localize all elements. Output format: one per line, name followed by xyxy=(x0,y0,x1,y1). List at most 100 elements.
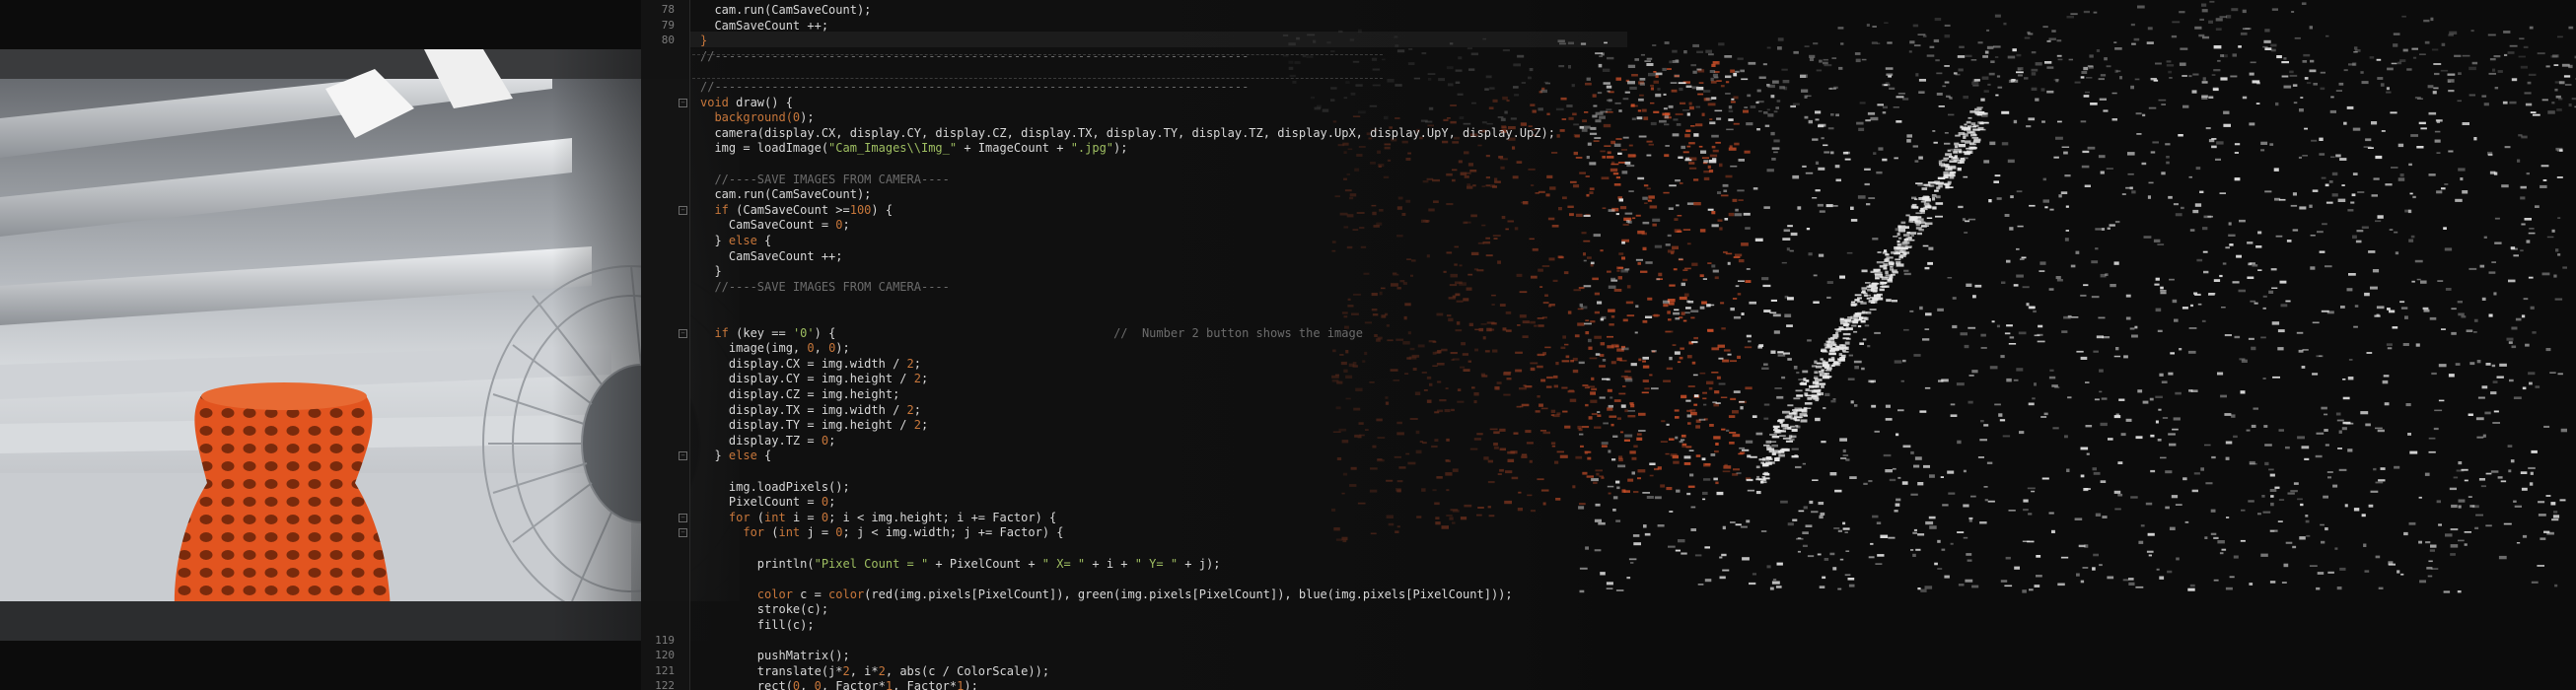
cloud-point xyxy=(1951,171,1956,174)
cloud-point xyxy=(1756,101,1764,104)
code-line[interactable]: fill(c); xyxy=(700,617,815,633)
fold-toggle-icon[interactable]: − xyxy=(679,528,687,538)
cloud-point xyxy=(1664,41,1670,44)
code-line[interactable]: background(0); xyxy=(700,109,814,125)
code-line[interactable]: println("Pixel Count = " + PixelCount + … xyxy=(700,556,1221,572)
cloud-point xyxy=(2522,534,2528,538)
code-line[interactable]: for (int j = 0; j < img.width; j += Fact… xyxy=(700,524,1063,540)
code-line[interactable]: display.TY = img.height / 2; xyxy=(700,417,928,433)
code-line[interactable]: //--------------------------------------… xyxy=(700,79,1249,95)
cloud-point xyxy=(2085,425,2093,428)
code-line[interactable]: if (key == '0') { // Number 2 button sho… xyxy=(700,325,1363,341)
cloud-point xyxy=(1695,123,1703,127)
cloud-point xyxy=(1771,444,1778,448)
cloud-point xyxy=(1894,157,1898,160)
separator-line xyxy=(692,78,1383,80)
cloud-point xyxy=(2080,76,2085,79)
code-line[interactable]: } else { xyxy=(700,233,771,248)
cloud-point xyxy=(1913,354,1921,357)
code-line[interactable]: if (CamSaveCount >=100) { xyxy=(700,202,893,218)
code-line[interactable]: CamSaveCount ++; xyxy=(700,248,843,264)
cloud-point xyxy=(1980,98,1985,102)
code-line[interactable]: img.loadPixels(); xyxy=(700,479,850,495)
cloud-point xyxy=(1631,74,1638,77)
code-editor[interactable]: 78 cam.run(CamSaveCount); 79 CamSaveCount… xyxy=(641,0,1627,690)
cloud-point xyxy=(1895,258,1901,261)
code-line[interactable]: display.CY = img.height / 2; xyxy=(700,371,928,386)
cloud-point xyxy=(1915,548,1921,551)
cloud-point xyxy=(2007,55,2016,59)
code-line[interactable]: //----SAVE IMAGES FROM CAMERA---- xyxy=(700,279,949,295)
cloud-point xyxy=(1791,448,1799,450)
code-line[interactable]: cam.run(CamSaveCount); xyxy=(700,186,871,202)
cloud-point xyxy=(1635,305,1639,309)
code-line[interactable]: translate(j*2, i*2, abs(c / ColorScale))… xyxy=(700,663,1049,679)
code-line[interactable]: img = loadImage("Cam_Images\\Img_" + Ima… xyxy=(700,140,1127,156)
cloud-point xyxy=(1654,467,1659,471)
code-line[interactable]: for (int i = 0; i < img.height; i += Fac… xyxy=(700,510,1056,525)
code-line[interactable]: //----SAVE IMAGES FROM CAMERA---- xyxy=(700,172,949,187)
code-line[interactable]: PixelCount = 0; xyxy=(700,494,835,510)
code-line[interactable]: CamSaveCount = 0; xyxy=(700,217,850,233)
cloud-point xyxy=(1690,125,1695,127)
cloud-point xyxy=(1728,105,1733,109)
code-line[interactable]: image(img, 0, 0); xyxy=(700,340,850,356)
cloud-point xyxy=(2217,59,2221,62)
cloud-point xyxy=(1892,467,1896,470)
cloud-point xyxy=(1876,261,1885,264)
cloud-point xyxy=(1766,108,1770,111)
code-line[interactable]: display.CZ = img.height; xyxy=(700,386,899,402)
cloud-point xyxy=(1805,172,1814,174)
cloud-point xyxy=(1983,486,1988,488)
fold-toggle-icon[interactable]: − xyxy=(679,328,687,338)
fold-toggle-icon[interactable]: − xyxy=(679,98,687,107)
code-line[interactable]: camera(display.CX, display.CY, display.C… xyxy=(700,125,1555,141)
cloud-point xyxy=(1682,269,1688,271)
cloud-point xyxy=(1702,491,1708,495)
cloud-point xyxy=(2330,156,2335,159)
cloud-point xyxy=(2509,379,2514,382)
code-line[interactable]: } xyxy=(700,263,721,279)
cloud-point xyxy=(2507,51,2515,54)
cloud-point xyxy=(1792,409,1798,411)
cloud-point xyxy=(2081,165,2090,169)
code-line[interactable]: stroke(c); xyxy=(700,601,828,617)
cloud-point xyxy=(1936,186,1941,190)
cloud-point xyxy=(1982,55,1988,58)
cloud-point xyxy=(1694,394,1699,397)
cloud-point xyxy=(1783,86,1788,91)
cloud-point xyxy=(1764,124,1770,127)
cloud-point xyxy=(1912,24,1919,28)
cloud-point xyxy=(1912,531,1917,534)
code-line[interactable]: display.CX = img.width / 2; xyxy=(700,356,921,372)
code-line[interactable]: cam.run(CamSaveCount); xyxy=(700,2,871,18)
code-line[interactable]: } else { xyxy=(700,448,771,463)
cloud-point xyxy=(2030,306,2036,310)
cloud-point xyxy=(2260,553,2268,557)
code-line[interactable]: color c = color(red(img.pixels[PixelCoun… xyxy=(700,586,1513,602)
cloud-point xyxy=(1780,500,1788,504)
cloud-point xyxy=(2044,61,2052,64)
cloud-point xyxy=(2160,456,2167,459)
code-line[interactable]: CamSaveCount ++; xyxy=(700,18,828,34)
code-line[interactable]: rect(0, 0, Factor*1, Factor*1); xyxy=(700,678,978,690)
cloud-point xyxy=(1648,72,1656,77)
code-line[interactable]: void draw() { xyxy=(700,95,793,110)
code-line[interactable]: } xyxy=(700,33,707,48)
cloud-point xyxy=(1951,157,1960,160)
cloud-point xyxy=(2161,104,2166,105)
code-line[interactable]: pushMatrix(); xyxy=(700,648,850,663)
cloud-point xyxy=(1926,54,1935,57)
cloud-point xyxy=(2554,81,2562,84)
cloud-point xyxy=(1686,414,1692,418)
fold-toggle-icon[interactable]: − xyxy=(679,513,687,522)
cloud-point xyxy=(2361,81,2369,85)
code-line[interactable]: display.TZ = 0; xyxy=(700,433,835,448)
code-line[interactable]: display.TX = img.width / 2; xyxy=(700,402,921,418)
cloud-point xyxy=(2564,84,2572,86)
cloud-point xyxy=(1830,364,1835,367)
fold-toggle-icon[interactable]: − xyxy=(679,205,687,215)
cloud-point xyxy=(2234,177,2241,181)
fold-toggle-icon[interactable]: − xyxy=(679,451,687,461)
cloud-point xyxy=(2475,417,2484,421)
